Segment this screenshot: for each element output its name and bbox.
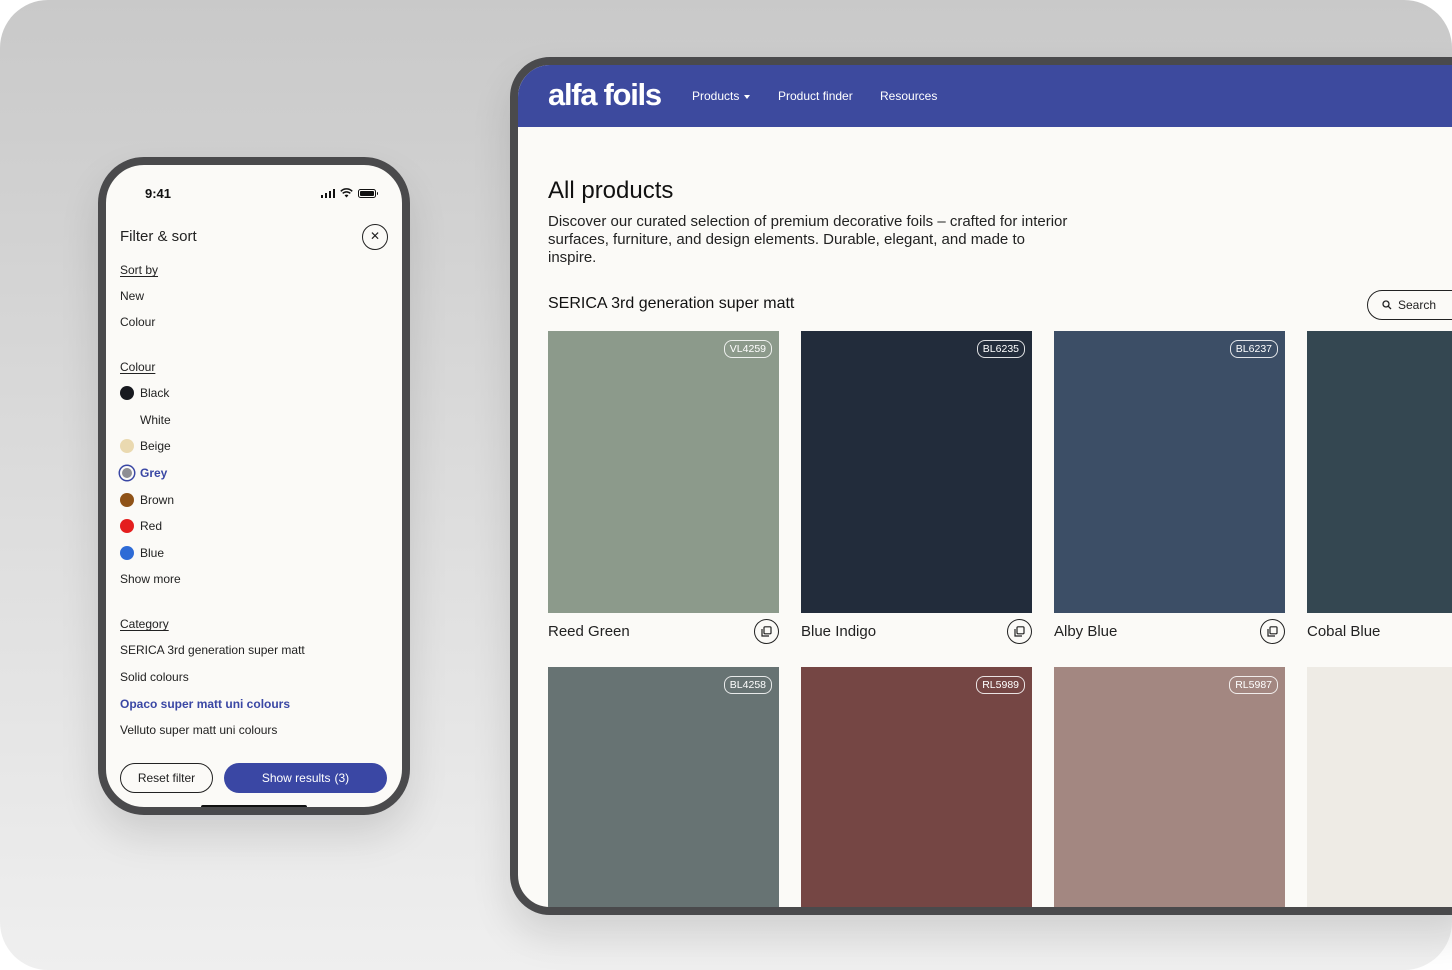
product-card[interactable]: VL4259 Reed Green <box>548 331 779 644</box>
colour-option-red[interactable]: Red <box>120 519 162 533</box>
section-title: SERICA 3rd generation super matt <box>548 295 795 312</box>
product-name: Cobal Blue <box>1307 623 1381 640</box>
home-indicator <box>201 805 307 807</box>
search-label: Search <box>1398 298 1437 312</box>
product-swatch: BL6235 <box>801 331 1032 613</box>
close-button[interactable]: ✕ <box>362 224 388 250</box>
product-swatch: BL4258 <box>548 667 779 907</box>
page-description: Discover our curated selection of premiu… <box>548 213 1068 266</box>
alfa-foils-logo[interactable]: alfa foils <box>548 77 662 113</box>
tablet-mockup: alfa foils Products Product finder Resou… <box>510 57 1452 915</box>
reset-filter-button[interactable]: Reset filter <box>120 763 213 793</box>
search-button[interactable]: Search <box>1367 290 1452 320</box>
colour-option-beige[interactable]: Beige <box>120 439 171 453</box>
copy-button[interactable] <box>1260 619 1285 644</box>
product-card[interactable]: BL6237 Alby Blue <box>1054 331 1285 644</box>
product-card[interactable] <box>1307 667 1452 907</box>
copy-icon <box>1014 626 1025 637</box>
nav-products[interactable]: Products <box>692 89 751 103</box>
category-heading: Category <box>120 617 169 631</box>
category-option-serica[interactable]: SERICA 3rd generation super matt <box>120 643 305 657</box>
copy-button[interactable] <box>754 619 779 644</box>
filter-sort-title: Filter & sort <box>120 228 197 245</box>
colour-swatch <box>120 493 134 507</box>
product-name: Reed Green <box>548 623 630 640</box>
copy-icon <box>761 626 772 637</box>
cellular-signal-icon <box>320 188 335 198</box>
colour-option-white[interactable]: White <box>120 413 171 427</box>
colour-swatch <box>120 413 134 427</box>
colour-option-grey[interactable]: Grey <box>120 466 167 480</box>
nav-product-finder[interactable]: Product finder <box>778 89 853 103</box>
category-option-solid[interactable]: Solid colours <box>120 670 189 684</box>
colour-swatch-selected <box>120 466 134 480</box>
wifi-icon <box>340 188 353 198</box>
results-count: (3) <box>334 771 350 785</box>
top-navbar: alfa foils Products Product finder Resou… <box>518 65 1452 127</box>
show-results-label: Show results <box>261 771 331 785</box>
nav-resources[interactable]: Resources <box>880 89 937 103</box>
page-title: All products <box>548 177 674 204</box>
colour-label: Black <box>140 386 170 400</box>
colour-label: Grey <box>140 466 168 480</box>
colour-swatch <box>120 546 134 560</box>
product-code-badge: VL4259 <box>723 340 772 358</box>
nav-products-label: Products <box>692 89 740 103</box>
colour-label: Blue <box>140 546 165 560</box>
sort-by-heading: Sort by <box>120 263 159 277</box>
sort-option-new[interactable]: New <box>120 289 144 303</box>
chevron-down-icon <box>744 94 751 99</box>
colour-label: Brown <box>140 493 175 507</box>
copy-icon <box>1267 626 1278 637</box>
close-icon: ✕ <box>369 229 381 243</box>
battery-icon <box>358 188 378 198</box>
product-card[interactable]: RL5987 <box>1054 667 1285 907</box>
product-code-badge: RL5987 <box>1229 676 1278 694</box>
product-code-badge: RL5989 <box>976 676 1025 694</box>
search-icon <box>1382 300 1392 310</box>
product-swatch <box>1307 331 1452 613</box>
product-code-badge: BL4258 <box>723 676 772 694</box>
colour-swatch <box>120 386 134 400</box>
colour-option-black[interactable]: Black <box>120 386 169 400</box>
status-bar: 9:41 <box>106 185 402 205</box>
show-more-link[interactable]: Show more <box>120 572 181 586</box>
product-name: Blue Indigo <box>801 623 877 640</box>
product-card[interactable]: BL4258 <box>548 667 779 907</box>
product-swatch: RL5989 <box>801 667 1032 907</box>
colour-label: Beige <box>140 439 171 453</box>
product-code-badge: BL6237 <box>1229 340 1278 358</box>
colour-option-blue[interactable]: Blue <box>120 546 164 560</box>
show-results-button[interactable]: Show results (3) <box>224 763 387 793</box>
status-time: 9:41 <box>145 186 172 201</box>
colour-heading: Colour <box>120 360 156 374</box>
product-card[interactable]: Cobal Blue <box>1307 331 1452 640</box>
sort-option-colour[interactable]: Colour <box>120 315 155 329</box>
product-code-badge: BL6235 <box>976 340 1025 358</box>
product-swatch <box>1307 667 1452 907</box>
category-option-velluto[interactable]: Velluto super matt uni colours <box>120 723 277 737</box>
colour-swatch <box>120 439 134 453</box>
product-card[interactable]: BL6235 Blue Indigo <box>801 331 1032 644</box>
copy-button[interactable] <box>1007 619 1032 644</box>
status-icons <box>320 188 378 198</box>
colour-label: Red <box>140 519 163 533</box>
colour-option-brown[interactable]: Brown <box>120 493 174 507</box>
product-swatch: RL5987 <box>1054 667 1285 907</box>
product-swatch: BL6237 <box>1054 331 1285 613</box>
category-option-opaco[interactable]: Opaco super matt uni colours <box>120 697 290 711</box>
colour-label: White <box>140 413 171 427</box>
product-swatch: VL4259 <box>548 331 779 613</box>
product-name: Alby Blue <box>1054 623 1118 640</box>
colour-swatch <box>120 519 134 533</box>
phone-mockup: 9:41 Filter & sort ✕ Sort by New Colour … <box>98 157 410 815</box>
product-card[interactable]: RL5989 <box>801 667 1032 907</box>
